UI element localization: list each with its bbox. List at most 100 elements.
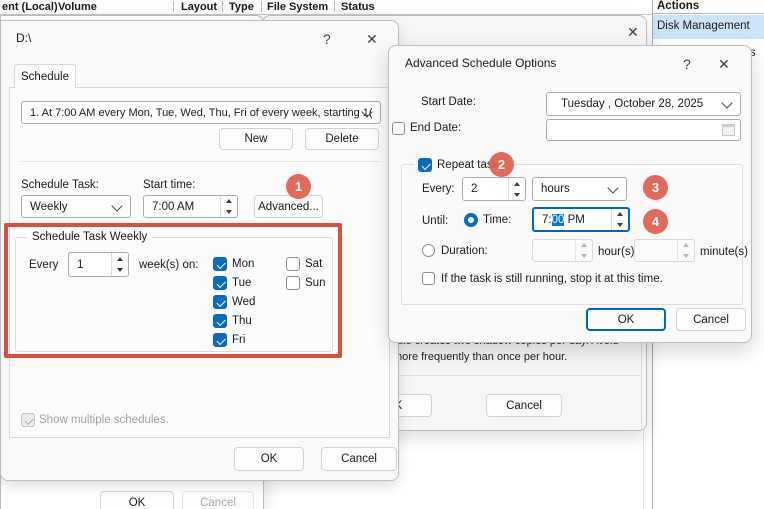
annotation-badge-3: 3 xyxy=(643,175,668,200)
spin-up-icon xyxy=(617,212,623,216)
repeat-every-spinner[interactable]: 2 xyxy=(462,177,526,201)
until-time-spinner[interactable]: 7:00 PM xyxy=(532,207,630,232)
schedule-cancel-label: Cancel xyxy=(341,453,377,465)
spin-up-icon xyxy=(226,199,232,203)
spinner-buttons[interactable] xyxy=(677,240,694,261)
checkbox-stop-task[interactable] xyxy=(422,272,435,285)
delete-button[interactable]: Delete xyxy=(305,128,379,150)
actions-divider xyxy=(653,13,764,14)
duration-label: Duration: xyxy=(441,245,488,257)
column-type: Type xyxy=(229,1,254,13)
advanced-cancel-button[interactable]: Cancel xyxy=(676,308,746,331)
advanced-button[interactable]: Advanced... xyxy=(254,195,323,218)
calendar-icon xyxy=(722,124,735,136)
column-layout: Layout xyxy=(181,1,217,13)
stop-task-label: If the task is still running, stop it at… xyxy=(441,273,663,285)
column-separator[interactable] xyxy=(222,1,223,12)
checkbox-show-multiple[interactable] xyxy=(21,413,35,427)
repeat-unit-combobox[interactable]: hours xyxy=(532,177,627,201)
schedule-dialog-title: D:\ xyxy=(16,31,31,45)
radio-time[interactable] xyxy=(464,213,478,227)
schedule-close-icon[interactable]: ✕ xyxy=(366,31,378,48)
settings-cancel-button[interactable]: Cancel xyxy=(486,394,562,417)
schedule-dialog: D:\ ? ✕ Schedule 1. At 7:00 AM every Mon… xyxy=(0,20,399,481)
time-label: Time: xyxy=(483,214,511,226)
column-separator[interactable] xyxy=(334,1,335,12)
properties-ok-button[interactable]: OK xyxy=(100,491,174,509)
start-time-spinner[interactable]: 7:00 AM xyxy=(143,195,238,218)
until-time-value: 7:00 PM xyxy=(542,214,585,226)
properties-cancel-button[interactable]: Cancel xyxy=(182,491,254,509)
annotation-badge-1: 1 xyxy=(286,174,311,199)
start-time-value: 7:00 AM xyxy=(152,201,194,213)
time-ampm: PM xyxy=(564,214,584,226)
column-separator[interactable] xyxy=(261,1,262,12)
spinner-buttons[interactable] xyxy=(220,196,237,217)
show-multiple-label: Show multiple schedules. xyxy=(39,414,169,426)
end-date-label: End Date: xyxy=(410,122,461,134)
settings-cancel-label: Cancel xyxy=(506,400,542,412)
advanced-cancel-label: Cancel xyxy=(693,314,729,326)
schedule-task-value: Weekly xyxy=(30,201,68,213)
advanced-dialog-title: Advanced Schedule Options xyxy=(405,56,556,70)
actions-panel-title: Actions xyxy=(657,0,699,12)
list-column-divider xyxy=(643,429,644,509)
start-date-value: Tuesday , October 28, 2025 xyxy=(561,98,703,110)
spin-down-icon xyxy=(581,254,587,258)
chevron-down-icon xyxy=(607,182,618,193)
advanced-close-icon[interactable]: ✕ xyxy=(718,56,730,73)
schedule-cancel-button[interactable]: Cancel xyxy=(321,447,397,471)
schedule-task-combobox[interactable]: Weekly xyxy=(21,195,131,218)
duration-minutes-spinner[interactable] xyxy=(634,239,695,262)
spinner-buttons[interactable] xyxy=(611,209,628,230)
schedule-help-icon[interactable]: ? xyxy=(323,31,331,47)
annotation-rectangle xyxy=(4,223,342,358)
advanced-options-dialog: Advanced Schedule Options ? ✕ Start Date… xyxy=(388,45,752,343)
tab-schedule-label: Schedule xyxy=(21,71,69,83)
schedule-summary-value: 1. At 7:00 AM every Mon, Tue, Wed, Thu, … xyxy=(30,107,373,119)
radio-duration[interactable] xyxy=(422,244,435,257)
advanced-help-icon[interactable]: ? xyxy=(683,56,691,72)
repeat-every-label: Every: xyxy=(422,183,455,195)
spin-down-icon xyxy=(617,223,623,227)
settings-note-line2: more frequently than once per hour. xyxy=(393,351,567,363)
annotation-badge-4: 4 xyxy=(643,209,668,234)
spin-down-icon xyxy=(514,193,520,197)
advanced-ok-button[interactable]: OK xyxy=(586,308,666,331)
start-date-combobox[interactable]: Tuesday , October 28, 2025 xyxy=(546,92,741,116)
checkbox-repeat-task[interactable] xyxy=(418,158,432,172)
column-separator[interactable] xyxy=(173,1,174,12)
properties-cancel-label: Cancel xyxy=(200,497,236,509)
time-minutes-selected: 00 xyxy=(552,214,565,226)
annotation-badge-2: 2 xyxy=(489,152,514,177)
schedule-summary-combobox[interactable]: 1. At 7:00 AM every Mon, Tue, Wed, Thu, … xyxy=(21,101,381,124)
spin-down-icon xyxy=(683,254,689,258)
column-node: ent (Local) xyxy=(2,1,58,13)
schedule-ok-button[interactable]: OK xyxy=(234,447,304,471)
spin-down-icon xyxy=(226,210,232,214)
spinner-buttons[interactable] xyxy=(575,240,592,261)
column-separator[interactable] xyxy=(51,1,52,12)
repeat-unit-value: hours xyxy=(541,183,570,195)
end-date-field[interactable] xyxy=(546,119,741,141)
spin-up-icon xyxy=(514,182,520,186)
delete-button-label: Delete xyxy=(325,133,358,145)
spinner-buttons[interactable] xyxy=(508,178,525,200)
spin-up-icon xyxy=(683,243,689,247)
actions-item-label: Disk Management xyxy=(657,20,750,32)
spin-up-icon xyxy=(581,243,587,247)
new-button[interactable]: New xyxy=(219,128,293,150)
schedule-task-label: Schedule Task: xyxy=(21,179,99,191)
tab-schedule[interactable]: Schedule xyxy=(14,64,76,88)
screenshot-root: ent (Local) Volume Layout Type File Syst… xyxy=(0,0,764,509)
advanced-ok-label: OK xyxy=(618,314,635,326)
duration-minutes-label: minute(s) xyxy=(700,246,748,258)
settings-close-icon[interactable]: ✕ xyxy=(627,24,639,41)
start-time-label: Start time: xyxy=(143,179,195,191)
actions-item-disk-management[interactable]: Disk Management xyxy=(653,15,764,39)
duration-hours-spinner[interactable] xyxy=(532,239,593,262)
checkbox-end-date[interactable] xyxy=(392,122,405,135)
repeat-every-value: 2 xyxy=(471,183,477,195)
advanced-button-label: Advanced... xyxy=(258,201,319,213)
start-date-label: Start Date: xyxy=(421,96,476,108)
